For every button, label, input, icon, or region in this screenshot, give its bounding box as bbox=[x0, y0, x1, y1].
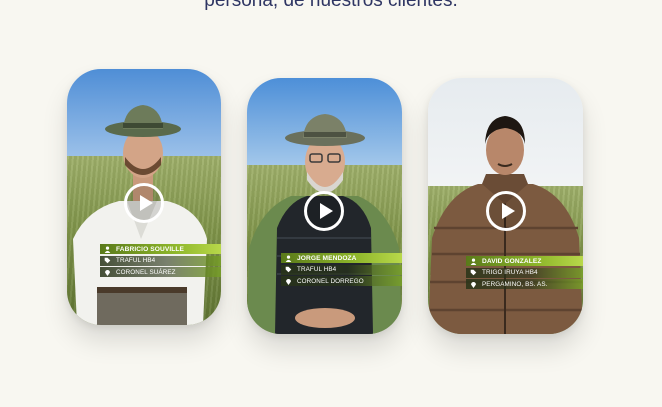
video-card-2[interactable]: JORGE MENDOZA TRAFUL HB4 CORONEL DORREGO bbox=[247, 78, 402, 334]
section-headline: persona, de nuestros clientes. bbox=[204, 0, 458, 11]
video-card-1[interactable]: FABRICIO SOUVILLE TRAFUL HB4 CORONEL SUÁ… bbox=[67, 69, 221, 325]
speaker-name: JORGE MENDOZA bbox=[297, 254, 357, 262]
location-name: PERGAMINO, BS. AS. bbox=[482, 280, 548, 288]
location-pin-icon bbox=[103, 268, 112, 277]
play-icon bbox=[139, 195, 153, 211]
play-button[interactable] bbox=[486, 191, 526, 231]
video-caption: DAVID GONZALEZ TRIGO IRUYA HB4 PERGAMINO… bbox=[466, 256, 583, 291]
location-name: CORONEL DORREGO bbox=[297, 277, 364, 285]
play-button[interactable] bbox=[304, 191, 344, 231]
product-name: TRIGO IRUYA HB4 bbox=[482, 269, 538, 276]
video-caption: JORGE MENDOZA TRAFUL HB4 CORONEL DORREGO bbox=[281, 253, 402, 288]
tag-icon bbox=[469, 268, 478, 277]
tag-icon bbox=[284, 265, 293, 274]
video-card-3[interactable]: DAVID GONZALEZ TRIGO IRUYA HB4 PERGAMINO… bbox=[428, 78, 583, 334]
person-icon bbox=[103, 245, 112, 254]
person-icon bbox=[284, 254, 293, 263]
product-name: TRAFUL HB4 bbox=[297, 266, 337, 273]
location-name: CORONEL SUÁREZ bbox=[116, 268, 176, 276]
speaker-name: DAVID GONZALEZ bbox=[482, 257, 542, 265]
play-icon bbox=[319, 203, 333, 219]
location-pin-icon bbox=[284, 277, 293, 286]
video-caption: FABRICIO SOUVILLE TRAFUL HB4 CORONEL SUÁ… bbox=[100, 244, 221, 279]
product-name: TRAFUL HB4 bbox=[116, 257, 156, 264]
location-pin-icon bbox=[469, 280, 478, 289]
person-icon bbox=[469, 257, 478, 266]
play-icon bbox=[501, 203, 515, 219]
play-button[interactable] bbox=[124, 183, 164, 223]
tag-icon bbox=[103, 256, 112, 265]
speaker-name: FABRICIO SOUVILLE bbox=[116, 245, 185, 253]
